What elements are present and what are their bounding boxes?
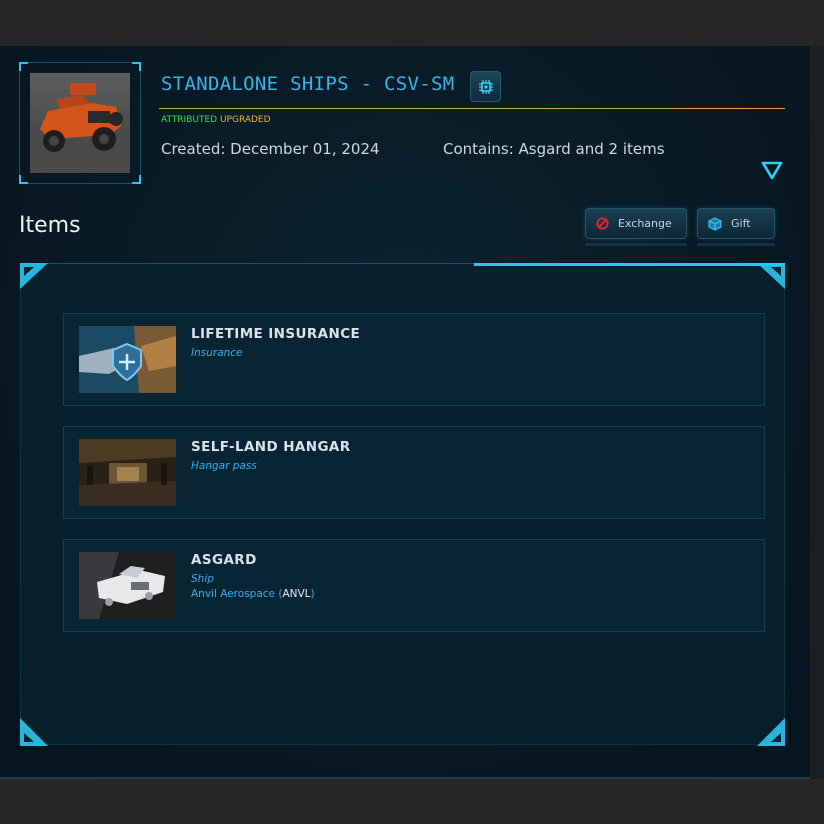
insurance-image: [79, 326, 176, 393]
item-type: Hangar pass: [191, 460, 257, 472]
status-tags: ATTRIBUTED UPGRADED: [161, 115, 271, 125]
top-margin: [0, 0, 824, 46]
item-name: SELF-LAND HANGAR: [191, 439, 351, 455]
pledge-title: STANDALONE SHIPS - CSV-SM: [161, 73, 455, 95]
item-manufacturer: Anvil Aerospace (ANVL): [191, 588, 315, 600]
item-name: LIFETIME INSURANCE: [191, 326, 361, 342]
attributed-tag: ATTRIBUTED: [161, 115, 218, 125]
vehicle-thumbnail: [30, 73, 130, 173]
corner-top-left-icon: [20, 263, 48, 289]
exchange-label: Exchange: [618, 217, 672, 230]
gift-button[interactable]: Gift: [697, 208, 775, 239]
contains-summary: Contains: Asgard and 2 items: [443, 140, 665, 158]
corner-bottom-right-icon: [757, 718, 785, 746]
chip-button[interactable]: [470, 71, 501, 102]
gift-button-shadow: [697, 243, 775, 246]
collapse-toggle[interactable]: [761, 161, 783, 185]
gift-label: Gift: [731, 217, 751, 230]
item-type: Insurance: [191, 347, 243, 359]
manufacturer-name: Anvil Aerospace (: [191, 588, 283, 600]
no-entry-icon: [596, 217, 609, 230]
hangar-image: [79, 439, 176, 506]
list-item[interactable]: LIFETIME INSURANCE Insurance: [63, 313, 765, 406]
container-top-accent: [474, 263, 785, 266]
gift-box-icon: [708, 216, 722, 231]
upgraded-tag: UPGRADED: [219, 115, 271, 125]
chip-icon: [478, 79, 493, 94]
title-divider: [159, 108, 785, 109]
corner-bottom-left-icon: [20, 718, 48, 746]
container-top-line: [20, 263, 474, 264]
item-name: ASGARD: [191, 552, 257, 568]
manufacturer-close: ): [310, 588, 315, 600]
created-date: Created: December 01, 2024: [161, 140, 380, 158]
manufacturer-code: ANVL: [282, 588, 311, 600]
bottom-margin: [0, 779, 824, 824]
item-type: Ship: [191, 573, 214, 585]
corner-top-right-icon: [757, 263, 785, 289]
exchange-button-shadow: [585, 243, 687, 246]
panel-edge: [810, 46, 824, 779]
ship-image: [79, 552, 176, 619]
list-item[interactable]: SELF-LAND HANGAR Hangar pass: [63, 426, 765, 519]
items-heading: Items: [19, 213, 81, 238]
pledge-thumbnail-frame: [19, 62, 141, 184]
exchange-button[interactable]: Exchange: [585, 208, 687, 239]
list-item[interactable]: ASGARD Ship Anvil Aerospace (ANVL): [63, 539, 765, 632]
triangle-down-icon: [761, 161, 783, 180]
